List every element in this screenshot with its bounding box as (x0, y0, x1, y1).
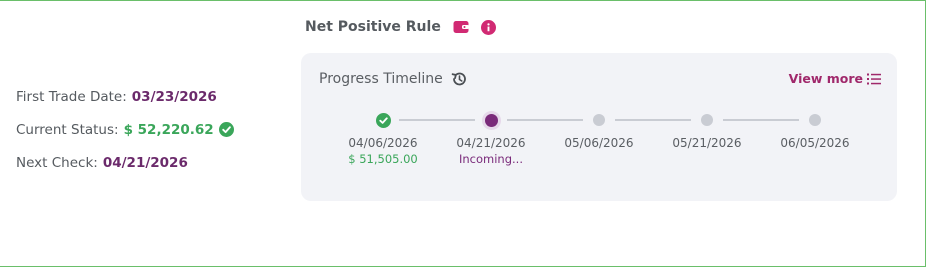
timeline-dot (701, 114, 713, 126)
current-status-value: $ 52,220.62 (123, 121, 214, 138)
timeline-subtext: $ 51,505.00 (348, 152, 418, 166)
next-check-row: Next Check: 04/21/2026 (16, 146, 234, 179)
first-trade-label: First Trade Date: (16, 88, 127, 105)
info-icon[interactable] (480, 19, 496, 35)
current-status-label: Current Status: (16, 121, 119, 138)
rule-title: Net Positive Rule (305, 19, 441, 35)
timeline-subtext: Incoming... (459, 152, 523, 166)
progress-card: Progress Timeline View more 04/06/2026 $ … (301, 53, 897, 201)
timeline-date: 04/21/2026 (456, 136, 526, 150)
next-check-label: Next Check: (16, 154, 98, 171)
view-more-label: View more (788, 71, 863, 86)
rule-header: Net Positive Rule (305, 19, 496, 35)
next-check-value: 04/21/2026 (102, 154, 188, 171)
timeline-dot (809, 114, 821, 126)
first-trade-value: 03/23/2026 (131, 88, 217, 105)
timeline-dot-active (484, 113, 498, 127)
progress-title: Progress Timeline (319, 71, 443, 87)
timeline-step: 05/21/2026 (653, 109, 761, 150)
current-status-row: Current Status: $ 52,220.62 (16, 113, 234, 146)
timeline-dot-wrap (437, 109, 545, 131)
first-trade-row: First Trade Date: 03/23/2026 (16, 80, 234, 113)
timeline-dot (593, 114, 605, 126)
timeline-dot-wrap (329, 109, 437, 131)
timeline-date: 05/06/2026 (564, 136, 634, 150)
check-icon (375, 112, 391, 128)
timeline-dot-wrap (653, 109, 761, 131)
list-icon (867, 73, 881, 84)
timeline-step: 04/06/2026 $ 51,505.00 (329, 109, 437, 166)
timeline-step: 05/06/2026 (545, 109, 653, 150)
timeline-dot-wrap (761, 109, 869, 131)
timeline-date: 04/06/2026 (348, 136, 418, 150)
timeline-dot-wrap (545, 109, 653, 131)
view-more-link[interactable]: View more (789, 71, 881, 86)
progress-title-wrap: Progress Timeline (319, 71, 467, 87)
timeline-step: 06/05/2026 (761, 109, 869, 150)
summary-list: First Trade Date: 03/23/2026 Current Sta… (16, 80, 234, 179)
timeline-date: 06/05/2026 (780, 136, 850, 150)
timeline-date: 05/21/2026 (672, 136, 742, 150)
timeline: 04/06/2026 $ 51,505.00 04/21/2026 Incoming.… (301, 109, 897, 179)
timeline-step: 04/21/2026 Incoming... (437, 109, 545, 166)
wallet-icon (453, 21, 469, 33)
check-circle-icon (218, 122, 234, 137)
history-icon (451, 72, 466, 86)
